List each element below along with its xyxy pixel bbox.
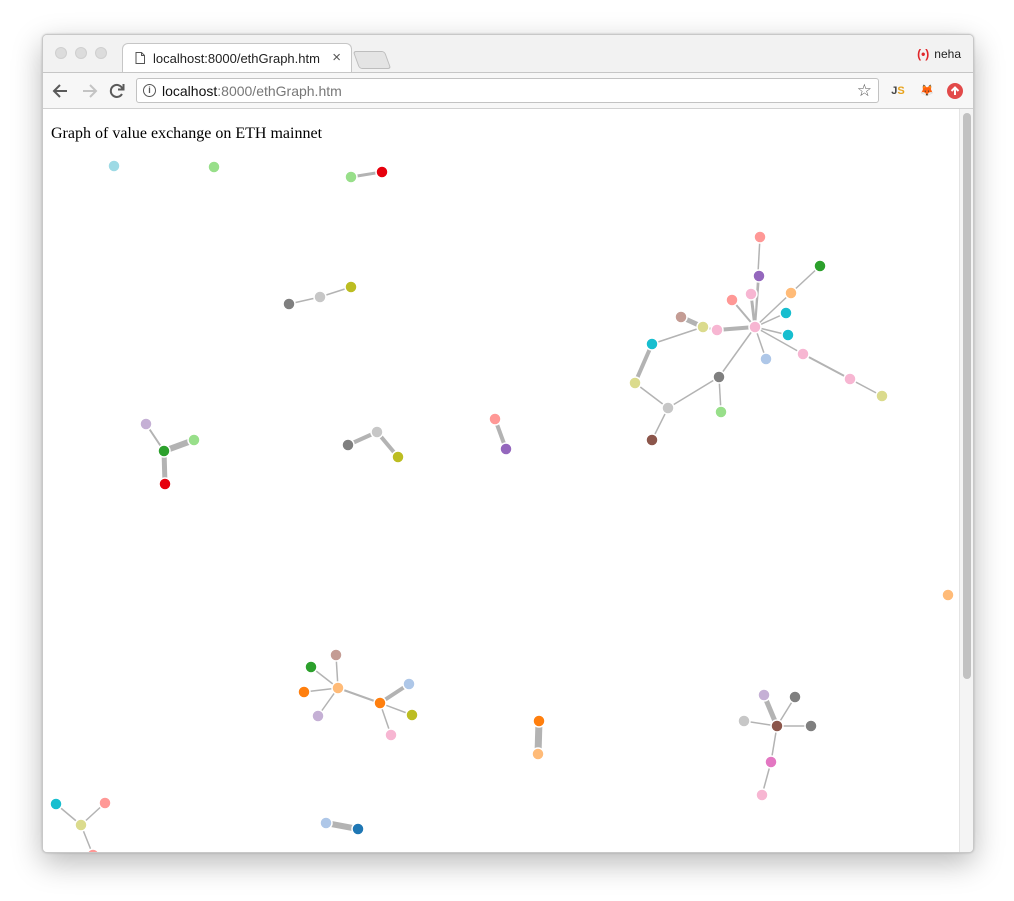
- graph-node[interactable]: [344, 280, 358, 294]
- graph-node[interactable]: [712, 370, 726, 384]
- graph-nodes: [49, 159, 955, 852]
- graph-node[interactable]: [759, 352, 773, 366]
- title-bar: localhost:8000/ethGraph.htm × (•) neha: [43, 35, 973, 73]
- graph-node[interactable]: [757, 688, 771, 702]
- graph-node[interactable]: [725, 293, 739, 307]
- graph-node[interactable]: [373, 696, 387, 710]
- graph-node[interactable]: [391, 450, 405, 464]
- graph-node[interactable]: [531, 747, 545, 761]
- browser-window: localhost:8000/ethGraph.htm × (•) neha i…: [42, 34, 974, 853]
- graph-node[interactable]: [344, 170, 358, 184]
- graph-node[interactable]: [297, 685, 311, 699]
- graph-node[interactable]: [329, 648, 343, 662]
- graph-node[interactable]: [744, 287, 758, 301]
- graph-node[interactable]: [628, 376, 642, 390]
- js-extension-icon[interactable]: JS: [889, 82, 907, 100]
- graph-node[interactable]: [941, 588, 955, 602]
- graph-node[interactable]: [98, 796, 112, 810]
- profile-icon: (•): [917, 47, 930, 61]
- graph-node[interactable]: [784, 286, 798, 300]
- value-exchange-graph: [49, 159, 955, 852]
- close-tab-icon[interactable]: ×: [332, 49, 341, 66]
- graph-node[interactable]: [49, 797, 63, 811]
- graph-node[interactable]: [405, 708, 419, 722]
- tab-title: localhost:8000/ethGraph.htm: [153, 51, 320, 66]
- graph-node[interactable]: [755, 788, 769, 802]
- graph-node[interactable]: [402, 677, 416, 691]
- graph-node[interactable]: [351, 822, 365, 836]
- new-tab-button[interactable]: [352, 51, 392, 69]
- info-icon[interactable]: i: [143, 84, 156, 97]
- graph-node[interactable]: [645, 433, 659, 447]
- address-bar[interactable]: i localhost:8000/ethGraph.htm ☆: [136, 78, 879, 103]
- graph-node[interactable]: [370, 425, 384, 439]
- graph-node[interactable]: [813, 259, 827, 273]
- back-arrow-icon[interactable]: [51, 81, 71, 101]
- graph-edge: [718, 326, 756, 378]
- graph-node[interactable]: [674, 310, 688, 324]
- toolbar: i localhost:8000/ethGraph.htm ☆ JS 🦊: [43, 72, 973, 109]
- metamask-extension-icon[interactable]: 🦊: [918, 82, 936, 100]
- graph-edge: [802, 353, 851, 380]
- reload-icon[interactable]: [107, 81, 127, 101]
- graph-node[interactable]: [488, 412, 502, 426]
- graph-node[interactable]: [384, 728, 398, 742]
- graph-node[interactable]: [752, 269, 766, 283]
- graph-node[interactable]: [781, 328, 795, 342]
- close-window-button[interactable]: [55, 47, 67, 59]
- graph-node[interactable]: [74, 818, 88, 832]
- profile-name: neha: [934, 47, 961, 61]
- graph-node[interactable]: [753, 230, 767, 244]
- graph-node[interactable]: [737, 714, 751, 728]
- page-icon: [135, 52, 145, 64]
- graph-node[interactable]: [331, 681, 345, 695]
- graph-node[interactable]: [139, 417, 153, 431]
- graph-node[interactable]: [796, 347, 810, 361]
- graph-node[interactable]: [875, 389, 889, 403]
- graph-node[interactable]: [764, 755, 778, 769]
- upload-extension-icon[interactable]: [946, 82, 964, 100]
- graph-edge: [651, 326, 704, 345]
- url-text[interactable]: localhost:8000/ethGraph.htm: [162, 83, 342, 99]
- graph-node[interactable]: [304, 660, 318, 674]
- graph-node[interactable]: [86, 848, 100, 852]
- star-icon[interactable]: ☆: [857, 81, 872, 101]
- graph-node[interactable]: [661, 401, 675, 415]
- graph-node[interactable]: [788, 690, 802, 704]
- graph-node[interactable]: [696, 320, 710, 334]
- graph-node[interactable]: [311, 709, 325, 723]
- graph-node[interactable]: [207, 160, 221, 174]
- tab-ethgraph[interactable]: localhost:8000/ethGraph.htm ×: [122, 43, 352, 73]
- graph-node[interactable]: [645, 337, 659, 351]
- graph-node[interactable]: [187, 433, 201, 447]
- graph-node[interactable]: [157, 444, 171, 458]
- graph-node[interactable]: [375, 165, 389, 179]
- graph-node[interactable]: [804, 719, 818, 733]
- graph-node[interactable]: [710, 323, 724, 337]
- graph-node[interactable]: [779, 306, 793, 320]
- page-content: Graph of value exchange on ETH mainnet: [43, 109, 959, 852]
- graph-node[interactable]: [770, 719, 784, 733]
- graph-node[interactable]: [107, 159, 121, 173]
- graph-node[interactable]: [282, 297, 296, 311]
- graph-node[interactable]: [341, 438, 355, 452]
- graph-edge: [667, 376, 720, 409]
- forward-arrow-icon[interactable]: [79, 81, 99, 101]
- minimize-window-button[interactable]: [75, 47, 87, 59]
- graph-node[interactable]: [843, 372, 857, 386]
- zoom-window-button[interactable]: [95, 47, 107, 59]
- graph-node[interactable]: [313, 290, 327, 304]
- graph-node[interactable]: [714, 405, 728, 419]
- graph-node[interactable]: [319, 816, 333, 830]
- scrollbar-thumb[interactable]: [963, 113, 971, 679]
- graph-node[interactable]: [532, 714, 546, 728]
- graph-node[interactable]: [499, 442, 513, 456]
- vertical-scrollbar[interactable]: [959, 109, 973, 852]
- graph-node[interactable]: [158, 477, 172, 491]
- graph-node[interactable]: [748, 320, 762, 334]
- profile-button[interactable]: (•) neha: [917, 47, 961, 61]
